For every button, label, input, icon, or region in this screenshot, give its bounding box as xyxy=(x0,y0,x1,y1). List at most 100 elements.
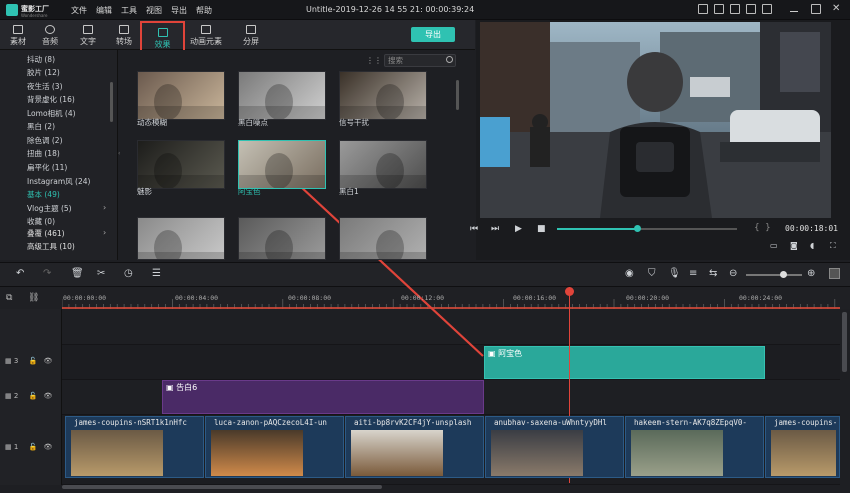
sidebar-item[interactable]: 除色调 (2) xyxy=(27,135,63,146)
mark-in-icon[interactable]: { xyxy=(754,223,760,233)
effect-thumbnail[interactable] xyxy=(137,140,225,189)
editor-window: 蜜影工厂 Wondershare 文件 编辑 工具 视图 导出 帮助 Untitl… xyxy=(0,0,850,493)
video-clip-label: james-coupins- xyxy=(774,418,838,427)
eye-icon[interactable]: 👁 xyxy=(44,357,53,365)
sidebar-item[interactable]: 黑白 (2) xyxy=(27,121,55,132)
video-clip[interactable]: james-coupins-nSRT1k1nHfc xyxy=(65,416,204,478)
timeline-horizontal-scrollbar[interactable] xyxy=(62,485,382,489)
lock-icon[interactable]: 🔓 xyxy=(29,357,38,365)
tab-elements[interactable]: 动画元素 xyxy=(188,20,224,50)
effect-thumbnail[interactable] xyxy=(238,140,326,189)
tab-transition[interactable]: 转场 xyxy=(106,20,142,50)
video-clip[interactable]: anubhav-saxena-uWhntyyDHl xyxy=(485,416,624,478)
effect-thumbnail[interactable] xyxy=(238,217,326,260)
sidebar-item[interactable]: 扭曲 (18) xyxy=(27,148,60,159)
tab-media[interactable]: 素材 xyxy=(0,20,36,50)
search-icon[interactable] xyxy=(446,56,453,63)
fit-icon[interactable]: ⇆ xyxy=(709,268,717,279)
menu-help[interactable]: 帮助 xyxy=(196,5,212,16)
close-icon[interactable]: ✕ xyxy=(832,3,840,14)
sidebar-item[interactable]: Lomo相机 (4) xyxy=(27,108,76,119)
layout-icon[interactable] xyxy=(829,268,840,279)
sidebar-item[interactable]: Instagram风 (24) xyxy=(27,176,90,187)
menu-export[interactable]: 导出 xyxy=(171,5,187,16)
cart-icon[interactable] xyxy=(714,4,724,14)
adjust-icon[interactable]: ☰ xyxy=(152,268,161,279)
playback-progress-knob[interactable] xyxy=(634,225,641,232)
video-clip[interactable]: james-coupins- xyxy=(765,416,840,478)
redo-icon[interactable]: ↷ xyxy=(43,268,51,279)
sidebar-item[interactable]: 基本 (49) xyxy=(27,189,60,200)
mail-icon[interactable] xyxy=(746,4,756,14)
skip-back-icon[interactable]: ⏮ xyxy=(470,224,478,234)
tab-split-screen[interactable]: 分屏 xyxy=(233,20,269,50)
video-clip[interactable]: luca-zanon-pAQCzecoL4I-un xyxy=(205,416,344,478)
sidebar-group[interactable]: 高级工具 (10) xyxy=(27,241,75,252)
video-clip[interactable]: hakeem-stern-AK7q8ZEpqV0- xyxy=(625,416,764,478)
undo-icon[interactable]: ↶ xyxy=(16,268,24,279)
sidebar-item[interactable]: 扁平化 (11) xyxy=(27,162,67,173)
sidebar-item[interactable]: Vlog主题 (5) xyxy=(27,203,72,214)
zoom-in-icon[interactable]: ⊕ xyxy=(807,268,815,279)
maximize-icon[interactable] xyxy=(811,4,821,14)
effect-thumbnail[interactable] xyxy=(238,71,326,120)
menu-tools[interactable]: 工具 xyxy=(121,5,137,16)
volume-icon[interactable]: ◖ xyxy=(810,241,814,250)
menu-view[interactable]: 视图 xyxy=(146,5,162,16)
mark-out-icon[interactable]: } xyxy=(765,223,771,233)
tab-text[interactable]: 文字 xyxy=(70,20,106,50)
sidebar-item[interactable]: 夜生活 (3) xyxy=(27,81,63,92)
lock-icon[interactable]: 🔓 xyxy=(29,392,38,400)
video-clip-label: luca-zanon-pAQCzecoL4I-un xyxy=(214,418,327,427)
step-back-icon[interactable]: ⏭ xyxy=(491,224,499,234)
effect-clip[interactable] xyxy=(484,346,765,379)
stop-icon[interactable]: ■ xyxy=(537,224,546,234)
eye-icon[interactable]: 👁 xyxy=(44,392,53,400)
save-icon[interactable] xyxy=(730,4,740,14)
mic-icon[interactable]: 🎙 xyxy=(668,268,681,279)
menu-edit[interactable]: 编辑 xyxy=(96,5,112,16)
download-icon[interactable] xyxy=(762,4,772,14)
user-icon[interactable] xyxy=(698,4,708,14)
effect-thumbnail[interactable] xyxy=(339,217,427,260)
effect-thumbnail[interactable] xyxy=(339,140,427,189)
delete-icon[interactable]: 🗑 xyxy=(71,268,84,279)
marker-icon[interactable]: ⛉ xyxy=(648,268,656,279)
sidebar-item[interactable]: 抖动 (8) xyxy=(27,54,55,65)
title-clip[interactable] xyxy=(162,380,484,414)
play-icon[interactable]: ▶ xyxy=(515,224,522,234)
video-clip[interactable]: aiti-bp8rvK2CF4jY-unsplash xyxy=(345,416,484,478)
effect-thumbnail[interactable] xyxy=(137,217,225,260)
expand-arrow-icon[interactable]: › xyxy=(103,203,106,212)
sidebar-item[interactable]: 胶片 (12) xyxy=(27,67,60,78)
library-scrollbar[interactable] xyxy=(456,80,459,110)
tab-audio[interactable]: 音频 xyxy=(32,20,68,50)
sidebar-group[interactable]: 叠覆 (461) xyxy=(27,228,65,239)
speed-icon[interactable]: ◷ xyxy=(124,268,133,279)
effect-thumbnail[interactable] xyxy=(137,71,225,120)
zoom-slider-knob[interactable] xyxy=(780,271,787,278)
export-button[interactable]: 导出 xyxy=(411,27,455,42)
folder-icon xyxy=(13,25,23,34)
playhead-handle[interactable] xyxy=(565,287,574,296)
expand-arrow-icon[interactable]: › xyxy=(103,228,106,237)
mixer-icon[interactable]: ≡ xyxy=(689,268,697,279)
eye-icon[interactable]: 👁 xyxy=(44,443,53,451)
link-icon[interactable]: ⛓ xyxy=(28,293,39,303)
add-track-icon[interactable]: ⧉ xyxy=(6,293,12,303)
menu-file[interactable]: 文件 xyxy=(71,5,87,16)
render-icon[interactable]: ◉ xyxy=(625,268,634,279)
snapshot-icon[interactable]: ◙ xyxy=(790,241,798,250)
lock-icon[interactable]: 🔓 xyxy=(29,443,38,451)
cut-icon[interactable]: ✂ xyxy=(97,268,105,279)
sidebar-item[interactable]: 背景虚化 (16) xyxy=(27,94,75,105)
timeline-vertical-scrollbar[interactable] xyxy=(842,312,847,372)
effect-thumbnail[interactable] xyxy=(339,71,427,120)
sidebar-item[interactable]: 收藏 (0) xyxy=(27,216,55,227)
zoom-slider[interactable] xyxy=(746,274,802,276)
minimize-icon[interactable] xyxy=(790,11,798,12)
fullscreen-icon[interactable]: ⛶ xyxy=(830,241,836,251)
zoom-out-icon[interactable]: ⊖ xyxy=(729,268,737,279)
sidebar-scrollbar[interactable] xyxy=(110,82,113,122)
display-settings-icon[interactable]: ▭ xyxy=(770,241,778,250)
